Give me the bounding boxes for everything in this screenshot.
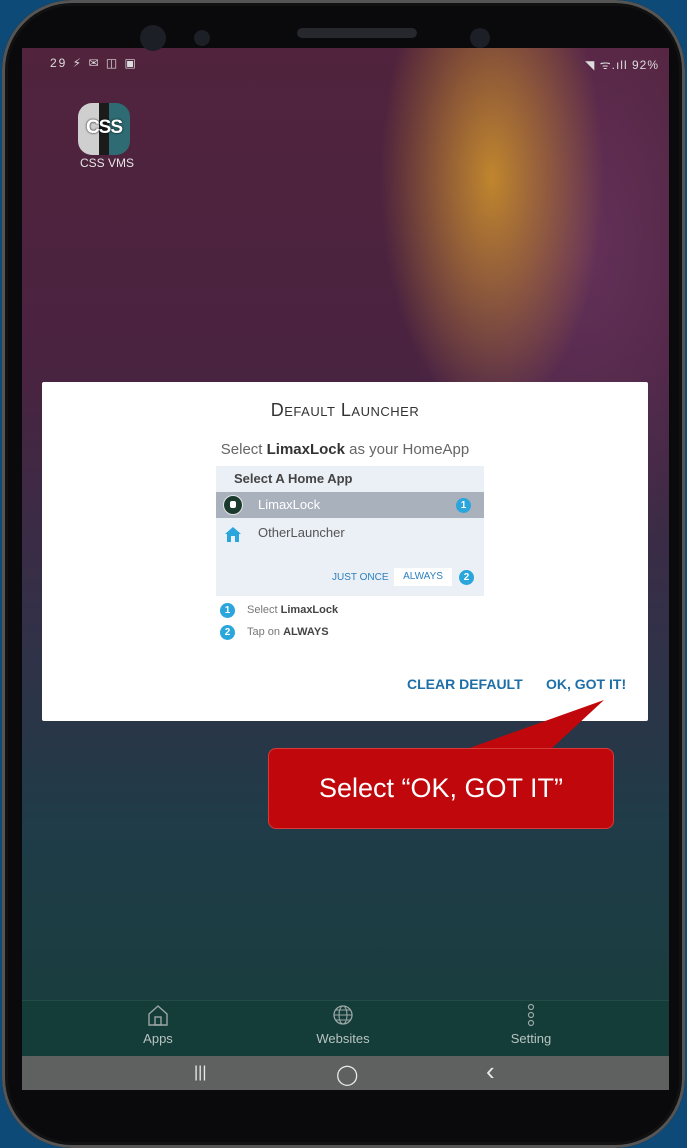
- nav-websites-label: Websites: [316, 1031, 370, 1046]
- nav-websites[interactable]: Websites: [288, 1001, 398, 1057]
- callout-pointer: [464, 700, 604, 750]
- sensor-icon: [194, 30, 210, 46]
- system-navigation-bar: ||| ◯ ‹: [22, 1056, 669, 1090]
- home-icon: [148, 1005, 168, 1026]
- nav-apps[interactable]: Apps: [103, 1001, 213, 1057]
- front-camera-icon: [140, 25, 166, 51]
- more-vertical-icon: [527, 1003, 535, 1027]
- globe-icon: [333, 1005, 353, 1025]
- recents-button[interactable]: |||: [194, 1064, 206, 1082]
- nav-setting-label: Setting: [510, 1031, 552, 1046]
- back-button[interactable]: ‹: [486, 1056, 495, 1087]
- earpiece-speaker: [297, 28, 417, 38]
- iris-sensor-icon: [470, 28, 490, 48]
- callout-select-ok: Select “OK, GOT IT”: [268, 748, 614, 829]
- bottom-nav: Apps Websites Setting: [22, 1000, 669, 1057]
- nav-apps-label: Apps: [143, 1031, 173, 1046]
- phone-screen: 29 ⚡ ✉ ◫ ▣ ◥ ᯤ.ıll 92% CSS CSS VMS Defau…: [22, 48, 669, 1090]
- home-button[interactable]: ◯: [336, 1062, 358, 1087]
- nav-setting[interactable]: Setting: [476, 1001, 586, 1057]
- phone-frame: 29 ⚡ ✉ ◫ ▣ ◥ ᯤ.ıll 92% CSS CSS VMS Defau…: [2, 0, 685, 1148]
